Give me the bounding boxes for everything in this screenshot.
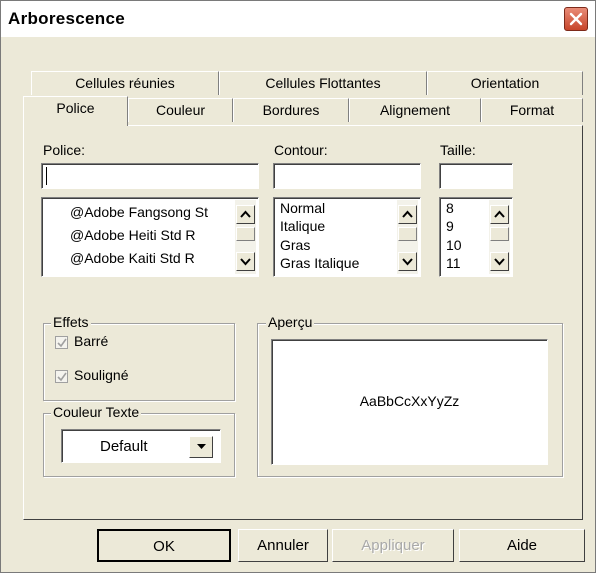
tab-label: Couleur: [155, 102, 206, 118]
size-list[interactable]: 8 9 10 11: [439, 197, 513, 277]
close-icon: [569, 12, 583, 26]
scroll-up-button[interactable]: [490, 205, 509, 224]
effects-label: Effets: [51, 314, 91, 330]
scroll-down-button[interactable]: [490, 252, 509, 271]
scroll-thumb[interactable]: [398, 227, 417, 241]
font-input[interactable]: [41, 163, 259, 189]
size-item[interactable]: 11: [446, 255, 461, 271]
size-label: Taille:: [440, 142, 476, 158]
apply-button[interactable]: Appliquer: [332, 529, 454, 562]
strike-label: Barré: [74, 333, 109, 349]
size-item[interactable]: 9: [446, 218, 454, 234]
help-button[interactable]: Aide: [459, 529, 585, 562]
help-label: Aide: [506, 537, 538, 554]
window-title: Arborescence: [8, 9, 125, 28]
scroll-up-button[interactable]: [236, 205, 255, 224]
style-label: Contour:: [274, 142, 328, 158]
tab-couleur[interactable]: Couleur: [128, 98, 233, 122]
tab-label: Format: [509, 102, 555, 118]
scroll-thumb[interactable]: [490, 227, 509, 241]
underline-label: Souligné: [74, 367, 129, 383]
ok-label: OK: [153, 538, 175, 555]
scroll-down-button[interactable]: [398, 252, 417, 271]
style-input[interactable]: [273, 163, 421, 189]
tab-cellules-flottantes[interactable]: Cellules Flottantes: [219, 71, 427, 95]
tab-cellules-reunies[interactable]: Cellules réunies: [31, 71, 219, 95]
chevron-down-icon: [240, 258, 251, 266]
text-color-select[interactable]: Default: [61, 429, 221, 463]
strike-checkbox[interactable]: [55, 336, 68, 349]
underline-checkbox[interactable]: [55, 370, 68, 383]
tab-label: Police: [56, 100, 95, 116]
size-item[interactable]: 10: [446, 237, 462, 253]
preview-box: AaBbCcXxYyZz: [271, 339, 548, 465]
dropdown-button[interactable]: [189, 436, 213, 458]
cancel-button[interactable]: Annuler: [238, 529, 328, 562]
scroll-up-button[interactable]: [398, 205, 417, 224]
cancel-label: Annuler: [257, 537, 309, 554]
close-button[interactable]: [564, 7, 588, 31]
text-color-label: Couleur Texte: [51, 404, 142, 420]
tab-label: Bordures: [262, 102, 320, 118]
preview-sample: AaBbCcXxYyZz: [359, 393, 460, 409]
style-item[interactable]: Italique: [280, 218, 325, 234]
scroll-thumb[interactable]: [236, 227, 255, 241]
tab-label: Orientation: [470, 75, 540, 91]
chevron-up-icon: [240, 210, 251, 218]
style-item[interactable]: Gras Italique: [280, 255, 359, 271]
chevron-down-icon: [402, 258, 413, 266]
font-label: Police:: [43, 142, 86, 158]
tab-label: Alignement: [379, 102, 451, 118]
chevron-down-icon: [494, 258, 505, 266]
tab-orientation[interactable]: Orientation: [427, 71, 583, 95]
chevron-up-icon: [402, 210, 413, 218]
scroll-down-button[interactable]: [236, 252, 255, 271]
size-item[interactable]: 8: [446, 200, 454, 216]
dialog-window: Arborescence Cellules réunies Cellules F…: [0, 0, 596, 573]
tab-label: Cellules réunies: [75, 75, 175, 91]
ok-button[interactable]: OK: [97, 529, 231, 562]
tab-label: Cellules Flottantes: [265, 75, 381, 91]
text-cursor: [46, 167, 47, 185]
size-input[interactable]: [439, 163, 513, 189]
style-scrollbar[interactable]: [397, 200, 418, 274]
style-list[interactable]: Normal Italique Gras Gras Italique: [273, 197, 421, 277]
title-bar[interactable]: Arborescence: [1, 1, 595, 37]
tab-alignement[interactable]: Alignement: [349, 98, 481, 122]
text-color-value: Default: [100, 438, 148, 455]
font-item[interactable]: @Adobe Heiti Std R: [70, 227, 196, 243]
effects-group: [43, 323, 235, 401]
font-list[interactable]: @Adobe Fangsong St @Adobe Heiti Std R @A…: [41, 197, 259, 277]
font-item[interactable]: @Adobe Fangsong St: [70, 204, 208, 220]
apply-label: Appliquer: [361, 537, 425, 554]
chevron-up-icon: [494, 210, 505, 218]
font-scrollbar[interactable]: [235, 200, 256, 274]
style-item[interactable]: Normal: [280, 200, 325, 216]
tab-format[interactable]: Format: [481, 98, 583, 122]
check-icon: [57, 372, 67, 382]
dropdown-arrow-icon: [197, 444, 206, 449]
font-item[interactable]: @Adobe Kaiti Std R: [70, 250, 195, 266]
tab-police[interactable]: Police: [23, 96, 128, 126]
style-item[interactable]: Gras: [280, 237, 310, 253]
check-icon: [57, 338, 67, 348]
size-scrollbar[interactable]: [489, 200, 510, 274]
tab-bordures[interactable]: Bordures: [233, 98, 349, 122]
preview-label: Aperçu: [266, 314, 315, 330]
